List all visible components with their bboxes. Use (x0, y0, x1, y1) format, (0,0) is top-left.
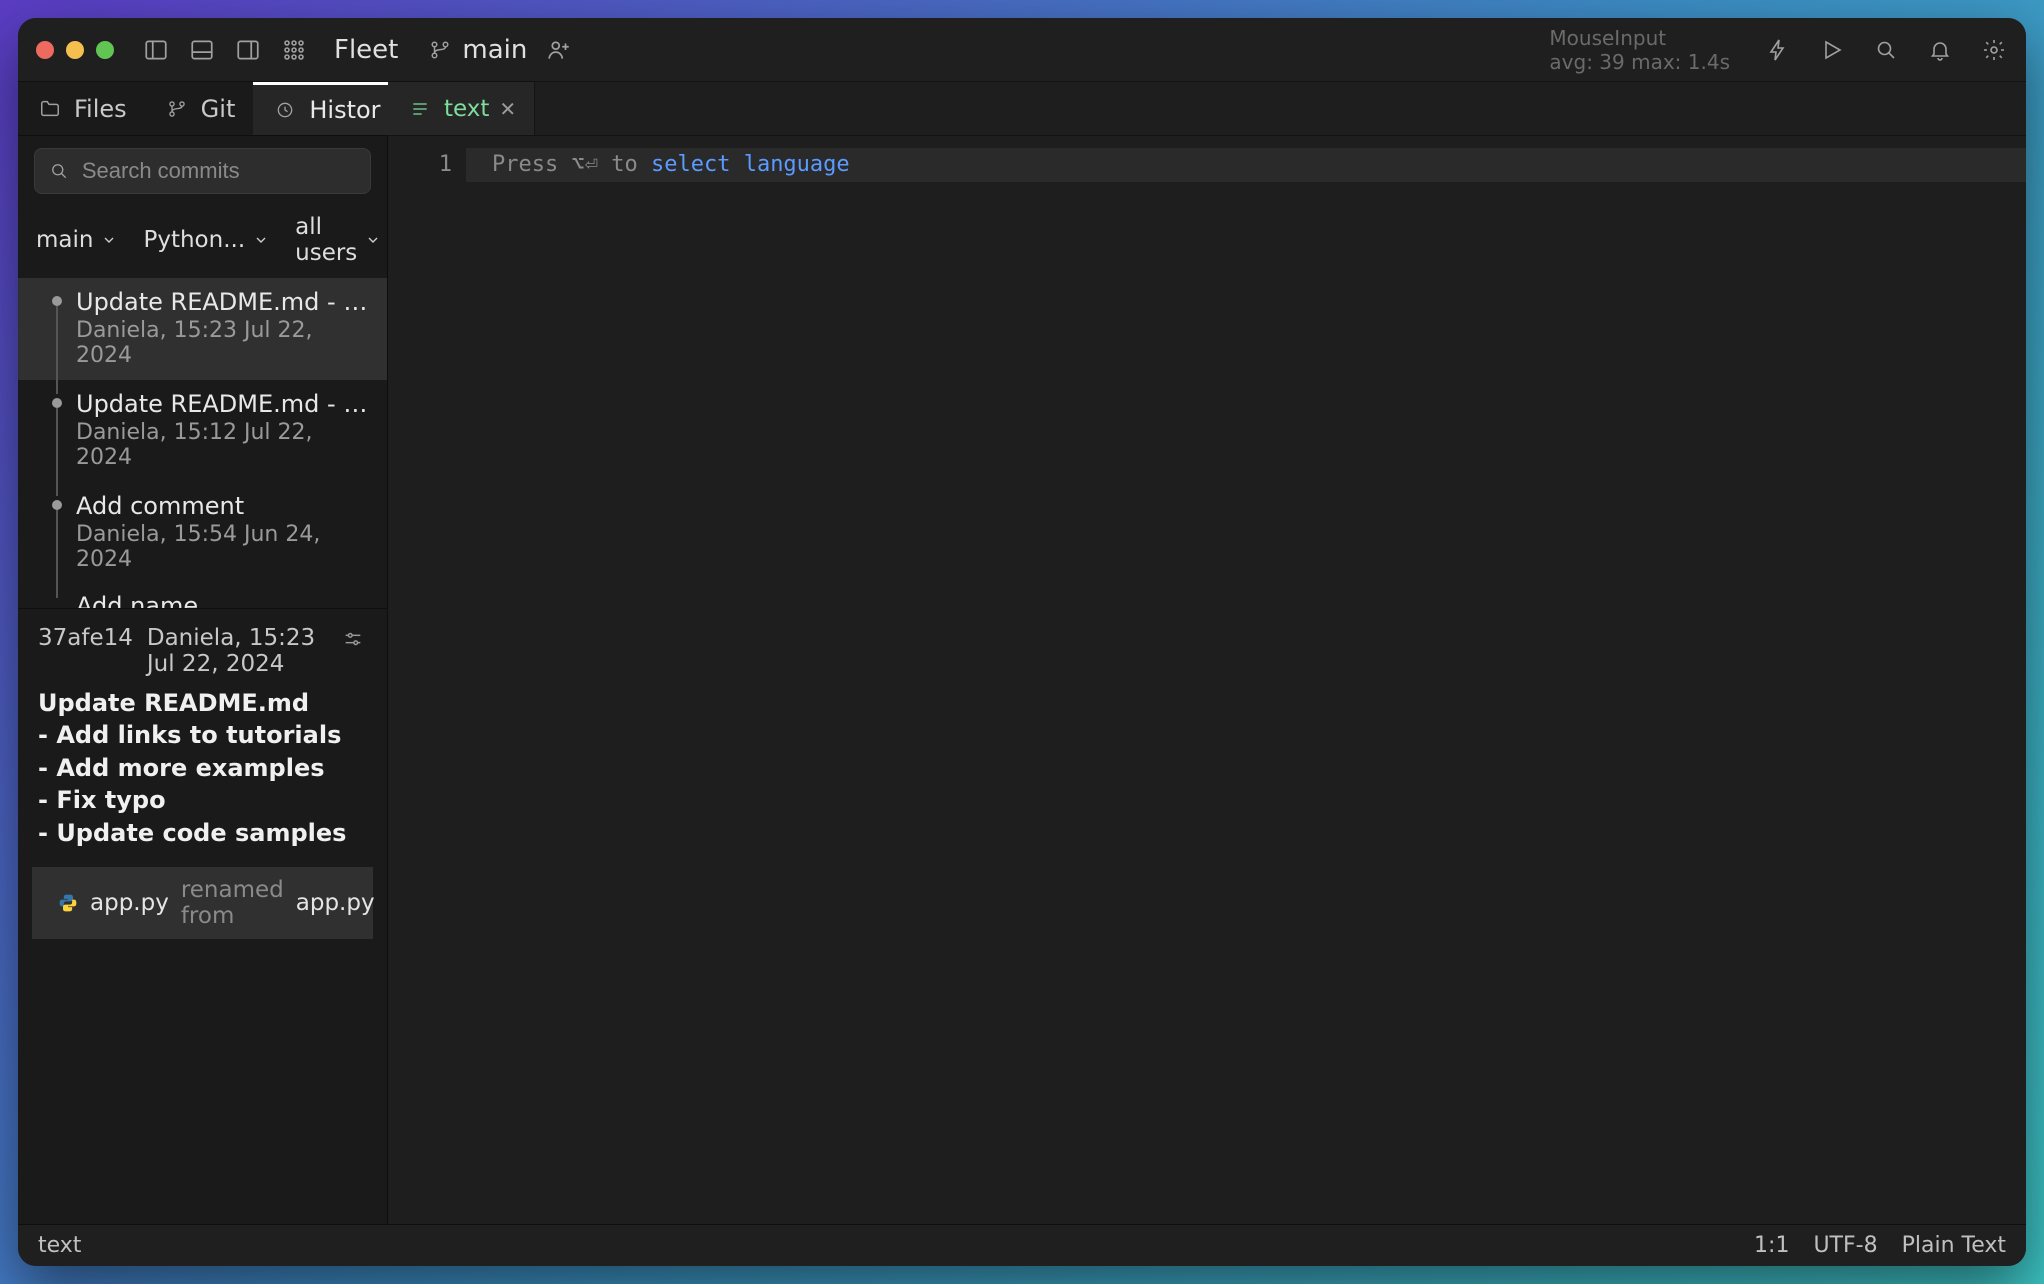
commit-meta: Daniela, 15:12 Jul 22, 2024 (76, 420, 369, 470)
commit-hash[interactable]: 37afe14 (38, 625, 133, 651)
shortcut-icon: ⌥⏎ (571, 152, 598, 177)
branch-icon (426, 36, 454, 64)
window-maximize-button[interactable] (96, 41, 114, 59)
diff-settings-icon[interactable] (339, 625, 367, 653)
sidebar-tab-history[interactable]: Histor (253, 82, 398, 135)
bolt-icon[interactable] (1764, 36, 1792, 64)
commit-item[interactable]: Update README.md - Add link... Daniela, … (18, 278, 387, 380)
commit-search[interactable] (34, 148, 371, 194)
search-icon[interactable] (1872, 36, 1900, 64)
commit-list: Update README.md - Add link... Daniela, … (18, 278, 387, 609)
commit-filters: main Python... all users (18, 206, 387, 278)
sidebar: Files Git Histor + (18, 82, 388, 1224)
commit-dot-icon (52, 296, 62, 306)
status-file-label[interactable]: text (38, 1233, 81, 1258)
commit-title: Add comment (76, 492, 369, 520)
python-file-icon (58, 893, 78, 913)
editor-tabs: text ✕ (388, 82, 2026, 136)
changed-file-row[interactable]: app.py renamed from app.py (32, 867, 373, 939)
panel-right-icon[interactable] (234, 36, 262, 64)
file-name-from: app.py (296, 890, 375, 916)
app-window: Fleet main MouseInput avg: 39 max: 1.4s (18, 18, 2026, 1266)
folder-icon (36, 95, 64, 123)
branch-icon (163, 95, 191, 123)
commit-meta: Daniela, 15:23 Jul 22, 2024 (76, 318, 369, 368)
file-name: app.py (90, 890, 169, 916)
titlebar: Fleet main MouseInput avg: 39 max: 1.4s (18, 18, 2026, 82)
sidebar-tab-git[interactable]: Git (145, 82, 254, 135)
editor: text ✕ 1 Press ⌥⏎ to select language (388, 82, 2026, 1224)
commit-meta: Daniela, 15:54 Jun 24, 2024 (76, 522, 369, 572)
chevron-down-icon (101, 232, 117, 248)
line-number: 1 (388, 152, 452, 177)
window-minimize-button[interactable] (66, 41, 84, 59)
run-icon[interactable] (1818, 36, 1846, 64)
branch-name: main (462, 35, 527, 65)
panel-bottom-icon[interactable] (188, 36, 216, 64)
commit-search-input[interactable] (82, 158, 358, 184)
language-mode[interactable]: Plain Text (1902, 1233, 2006, 1258)
encoding[interactable]: UTF-8 (1813, 1233, 1877, 1258)
editor-body[interactable]: 1 Press ⌥⏎ to select language (388, 136, 2026, 1224)
panel-left-icon[interactable] (142, 36, 170, 64)
bell-icon[interactable] (1926, 36, 1954, 64)
project-filter[interactable]: Python... (143, 214, 269, 266)
branch-filter[interactable]: main (36, 214, 117, 266)
code-area[interactable]: Press ⌥⏎ to select language (466, 136, 2026, 1224)
commit-author-line: Daniela, 15:23 Jul 22, 2024 (147, 625, 325, 677)
commit-item[interactable]: Update README.md - Add link... Daniela, … (18, 380, 387, 482)
branch-selector[interactable]: main (426, 35, 527, 65)
commit-message: Update README.md - Add links to tutorial… (38, 687, 367, 849)
text-file-icon (406, 95, 434, 123)
close-tab-icon[interactable]: ✕ (499, 97, 516, 121)
commit-title: Update README.md - Add link... (76, 390, 369, 418)
apps-grid-icon[interactable] (280, 36, 308, 64)
traffic-lights (36, 41, 114, 59)
statusbar: text 1:1 UTF-8 Plain Text (18, 1224, 2026, 1266)
performance-status: MouseInput avg: 39 max: 1.4s (1549, 26, 1730, 74)
select-language-link[interactable]: select language (651, 152, 850, 177)
window-close-button[interactable] (36, 41, 54, 59)
editor-tab[interactable]: text ✕ (388, 82, 535, 135)
chevron-down-icon (253, 232, 269, 248)
cursor-position[interactable]: 1:1 (1754, 1233, 1789, 1258)
commit-dot-icon (52, 500, 62, 510)
sidebar-tabs: Files Git Histor + (18, 82, 387, 136)
commit-title: Update README.md - Add link... (76, 288, 369, 316)
user-filter[interactable]: all users (295, 214, 381, 266)
commit-item-partial[interactable]: Add name (18, 584, 387, 608)
editor-tab-label: text (444, 96, 489, 122)
commit-detail: 37afe14 Daniela, 15:23 Jul 22, 2024 Upda… (18, 609, 387, 949)
hint-text: Press ⌥⏎ to select language (492, 152, 850, 177)
clock-icon (271, 96, 299, 124)
commit-dot-icon (52, 398, 62, 408)
project-name[interactable]: Fleet (334, 35, 398, 65)
commit-item[interactable]: Add comment Daniela, 15:54 Jun 24, 2024 (18, 482, 387, 584)
gear-icon[interactable] (1980, 36, 2008, 64)
line-gutter: 1 (388, 136, 466, 1224)
sidebar-tab-files[interactable]: Files (18, 82, 145, 135)
rename-label: renamed from (181, 877, 284, 929)
chevron-down-icon (365, 232, 381, 248)
add-collaborator-icon[interactable] (545, 36, 573, 64)
search-icon (47, 157, 72, 185)
